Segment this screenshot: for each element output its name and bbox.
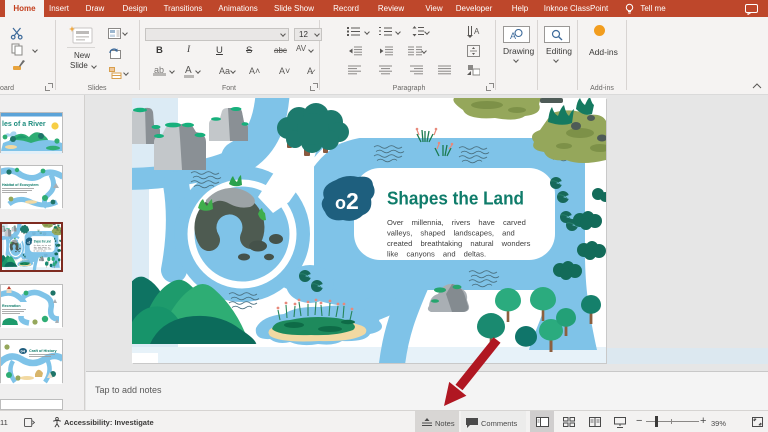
svg-text:Habitat of Ecosystem: Habitat of Ecosystem <box>2 183 39 187</box>
svg-text:o: o <box>335 193 346 213</box>
svg-text:A: A <box>510 31 516 40</box>
svg-text:Shapes the Land: Shapes the Land <box>387 188 524 209</box>
svg-text:2: 2 <box>346 188 359 214</box>
svg-text:Over millennia, rivers have ca: Over millennia, rivers have carved <box>387 218 526 227</box>
svg-text:les of a River: les of a River <box>2 121 46 128</box>
svg-text:like canyons and deltas.: like canyons and deltas. <box>387 250 486 259</box>
svg-text:valleys, shaped landscapes, an: valleys, shaped landscapes, and <box>387 229 515 238</box>
svg-text:04: 04 <box>21 349 26 354</box>
svg-text:A: A <box>474 27 480 36</box>
svg-text:created breathtaking natural w: created breathtaking natural wonders <box>387 239 531 248</box>
svg-text:Recreation: Recreation <box>2 304 21 308</box>
svg-text:Craft of History: Craft of History <box>29 349 58 353</box>
